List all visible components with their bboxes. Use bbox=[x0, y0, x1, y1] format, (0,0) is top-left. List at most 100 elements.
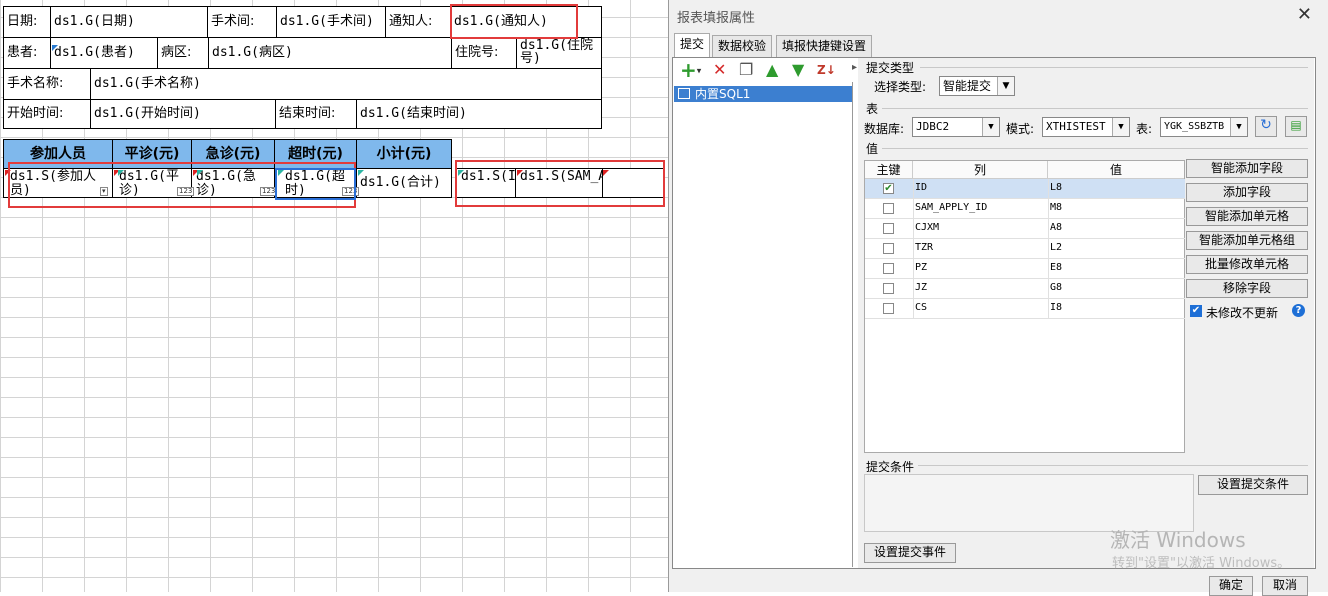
add-icon[interactable]: +▾ bbox=[680, 60, 701, 79]
table-dropdown[interactable]: YGK_SSBZTB ▼ bbox=[1160, 117, 1248, 137]
expand-icon[interactable]: ▸ bbox=[852, 62, 857, 73]
copy-icon[interactable]: ❐ bbox=[739, 62, 753, 78]
grid-separator bbox=[1048, 179, 1049, 199]
database-icon bbox=[678, 88, 690, 99]
cell-subtotal-text: ds1.G(合计) bbox=[360, 175, 441, 190]
row-value: I8 bbox=[1050, 302, 1063, 313]
value-section: 值 bbox=[866, 142, 879, 156]
patient-cell[interactable]: ds1.G(患者) bbox=[50, 37, 158, 69]
select-type-dropdown[interactable]: 智能提交 ▼ bbox=[939, 76, 1015, 96]
table-row[interactable]: JZ G8 bbox=[865, 279, 1185, 299]
surgery-name-cell-text: ds1.G(手术名称) bbox=[94, 76, 201, 91]
op-room-label[interactable]: 手术间: bbox=[207, 6, 277, 38]
row-column-name: JZ bbox=[915, 282, 928, 293]
delete-icon[interactable]: ✕ bbox=[713, 62, 726, 78]
preview-table-icon[interactable]: ▤ bbox=[1285, 116, 1307, 137]
start-time-label[interactable]: 开始时间: bbox=[3, 99, 91, 129]
batch-modify-cells-button[interactable]: 批量修改单元格 bbox=[1186, 255, 1308, 274]
smart-add-cell-button[interactable]: 智能添加单元格 bbox=[1186, 207, 1308, 226]
ward-label[interactable]: 病区: bbox=[157, 37, 209, 69]
table-row[interactable]: PZ E8 bbox=[865, 259, 1185, 279]
sort-icon[interactable]: Z↓ bbox=[817, 62, 836, 78]
grid-header-value[interactable]: 值 bbox=[1048, 161, 1184, 179]
primary-key-checkbox[interactable] bbox=[883, 223, 894, 234]
table-row[interactable]: SAM_APPLY_ID M8 bbox=[865, 199, 1185, 219]
grid-header-key[interactable]: 主键 bbox=[865, 161, 913, 179]
surgery-name-label[interactable]: 手术名称: bbox=[3, 68, 91, 100]
row-value: L2 bbox=[1050, 242, 1063, 253]
primary-key-checkbox[interactable] bbox=[883, 283, 894, 294]
admission-label[interactable]: 住院号: bbox=[451, 37, 517, 69]
close-icon[interactable]: ✕ bbox=[1297, 4, 1312, 25]
primary-key-checkbox[interactable] bbox=[883, 243, 894, 254]
schema-dropdown[interactable]: XTHISTEST ▼ bbox=[1042, 117, 1130, 137]
grid-separator bbox=[1048, 299, 1049, 319]
surgery-name-cell[interactable]: ds1.G(手术名称) bbox=[90, 68, 602, 100]
sql-list-item[interactable]: 内置SQL1 bbox=[674, 86, 852, 102]
tab-shortcut-settings[interactable]: 填报快捷键设置 bbox=[776, 35, 873, 57]
tab-data-validation[interactable]: 数据校验 bbox=[712, 35, 773, 57]
spreadsheet-canvas[interactable]: 日期: ds1.G(日期) 手术间: ds1.G(手术间) 通知人: ds1.G… bbox=[0, 0, 668, 592]
cell-subtotal[interactable]: ds1.G(合计) bbox=[356, 168, 452, 198]
row-column-name: CS bbox=[915, 302, 928, 313]
start-time-cell-text: ds1.G(开始时间) bbox=[94, 106, 201, 121]
table-row[interactable]: TZR L2 bbox=[865, 239, 1185, 259]
move-up-icon[interactable]: ▲ bbox=[766, 62, 778, 78]
add-field-button[interactable]: 添加字段 bbox=[1186, 183, 1308, 202]
primary-key-checkbox[interactable] bbox=[883, 263, 894, 274]
field-mapping-table: 主键 列 值 ✔ ID L8 SAM_APPLY_ID M8 CJXM A8 TZR L2… bbox=[864, 160, 1185, 453]
start-time-cell[interactable]: ds1.G(开始时间) bbox=[90, 99, 276, 129]
primary-key-checkbox[interactable] bbox=[883, 203, 894, 214]
help-icon[interactable]: ? bbox=[1292, 304, 1305, 317]
table-row[interactable]: CJXM A8 bbox=[865, 219, 1185, 239]
grid-header-column[interactable]: 列 bbox=[913, 161, 1048, 179]
primary-key-checkbox[interactable] bbox=[883, 303, 894, 314]
grid-separator bbox=[913, 239, 914, 259]
set-submit-condition-button[interactable]: 设置提交条件 bbox=[1198, 475, 1308, 495]
admission-cell-text: ds1.G(住院号) bbox=[520, 38, 593, 66]
row-value: M8 bbox=[1050, 202, 1063, 213]
primary-key-checkbox[interactable]: ✔ bbox=[883, 183, 894, 194]
ok-button[interactable]: 确定 bbox=[1209, 576, 1253, 596]
grid-separator bbox=[913, 259, 914, 279]
database-value: JDBC2 bbox=[916, 120, 950, 133]
notifier-label[interactable]: 通知人: bbox=[385, 6, 451, 38]
grid-separator bbox=[913, 199, 914, 219]
ward-cell[interactable]: ds1.G(病区) bbox=[208, 37, 452, 69]
smart-add-field-button[interactable]: 智能添加字段 bbox=[1186, 159, 1308, 178]
no-update-label: 未修改不更新 bbox=[1206, 306, 1279, 320]
row-column-name: TZR bbox=[915, 242, 934, 253]
database-dropdown[interactable]: JDBC2 ▼ bbox=[912, 117, 1000, 137]
cell-marker bbox=[358, 170, 364, 176]
table-row[interactable]: ✔ ID L8 bbox=[865, 179, 1185, 199]
chevron-down-icon: ▼ bbox=[1230, 118, 1247, 136]
refresh-icon[interactable]: ↻ bbox=[1255, 116, 1277, 137]
end-time-cell[interactable]: ds1.G(结束时间) bbox=[356, 99, 602, 129]
op-room-cell[interactable]: ds1.G(手术间) bbox=[276, 6, 386, 38]
grid-separator bbox=[1048, 239, 1049, 259]
cell-marker bbox=[52, 45, 58, 51]
activation-watermark-subtitle: 转到"设置"以激活 Windows。 bbox=[1112, 556, 1291, 571]
cancel-button[interactable]: 取消 bbox=[1262, 576, 1308, 596]
row-value: A8 bbox=[1050, 222, 1063, 233]
patient-label[interactable]: 患者: bbox=[3, 37, 51, 69]
remove-field-button[interactable]: 移除字段 bbox=[1186, 279, 1308, 298]
date-cell[interactable]: ds1.G(日期) bbox=[50, 6, 208, 38]
activation-watermark-title: 激活 Windows bbox=[1110, 528, 1246, 552]
table-row[interactable]: CS I8 bbox=[865, 299, 1185, 319]
select-type-value: 智能提交 bbox=[943, 79, 992, 93]
row-column-name: PZ bbox=[915, 262, 928, 273]
schema-value: XTHISTEST bbox=[1046, 120, 1106, 133]
date-cell-text: ds1.G(日期) bbox=[54, 14, 135, 29]
schema-label: 模式: bbox=[1006, 122, 1035, 136]
header-subtotal[interactable]: 小计(元) bbox=[356, 139, 452, 169]
no-update-checkbox[interactable]: ✔ bbox=[1190, 305, 1202, 317]
set-submit-event-button[interactable]: 设置提交事件 bbox=[864, 543, 956, 563]
smart-add-cell-group-button[interactable]: 智能添加单元格组 bbox=[1186, 231, 1308, 250]
end-time-label[interactable]: 结束时间: bbox=[275, 99, 357, 129]
date-label[interactable]: 日期: bbox=[3, 6, 51, 38]
move-down-icon[interactable]: ▼ bbox=[792, 62, 804, 78]
tab-submit[interactable]: 提交 bbox=[674, 33, 711, 58]
admission-cell[interactable]: ds1.G(住院号) bbox=[516, 37, 602, 69]
divider bbox=[920, 67, 1308, 68]
